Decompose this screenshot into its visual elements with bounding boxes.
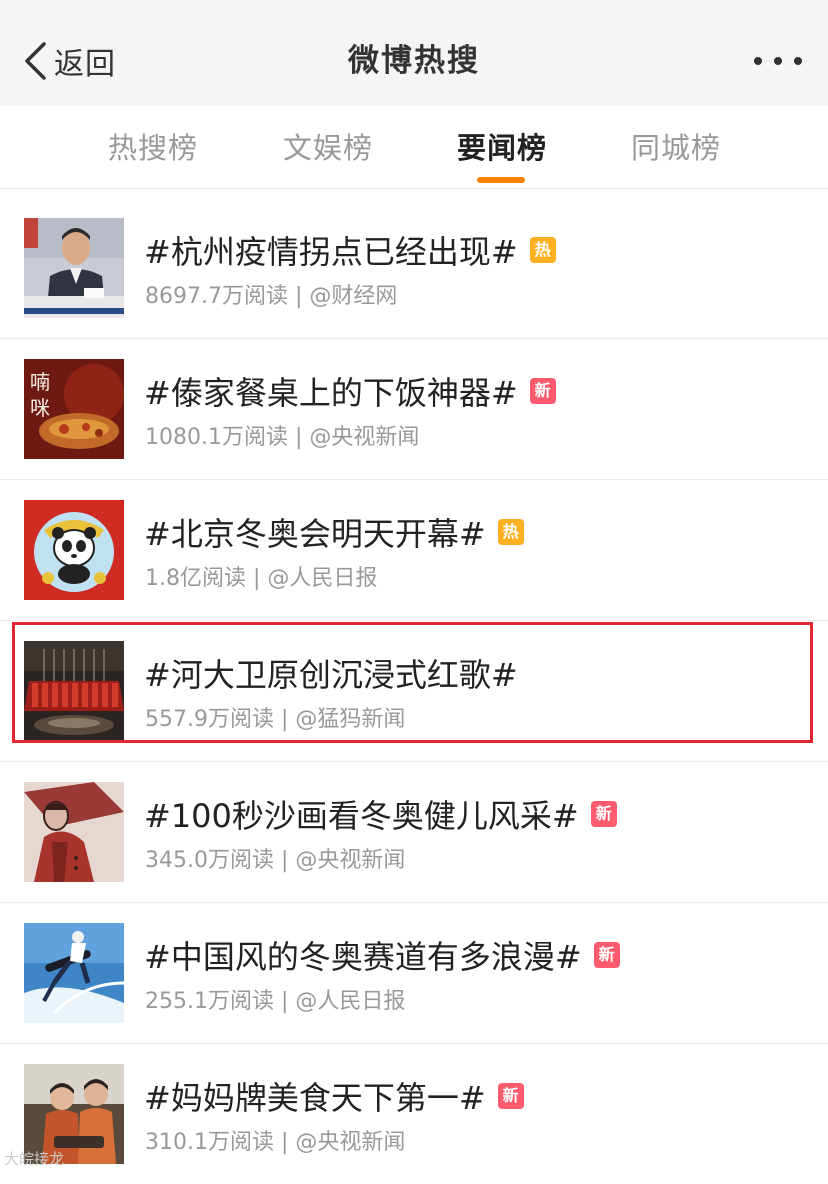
read-count: 1.8亿阅读 — [145, 566, 246, 591]
read-count: 255.1万阅读 — [145, 989, 274, 1014]
topic-list: #杭州疫情拐点已经出现# 热 8697.7万阅读 | @财经网 喃 咪 #傣家餐… — [0, 198, 828, 1184]
topic-meta: 255.1万阅读 | @人民日报 — [145, 989, 406, 1014]
topic-meta: 345.0万阅读 | @央视新闻 — [145, 848, 406, 873]
topic-title-row: #中国风的冬奥赛道有多浪漫# 新 — [144, 933, 620, 977]
new-badge: 新 — [590, 801, 617, 827]
new-badge: 新 — [529, 378, 556, 404]
tab-news[interactable]: 要闻榜 — [457, 128, 547, 168]
source-account[interactable]: @央视新闻 — [295, 1130, 405, 1155]
read-count: 1080.1万阅读 — [145, 425, 288, 450]
read-count: 345.0万阅读 — [145, 848, 274, 873]
choir-stage-photo — [24, 641, 124, 741]
more-icon[interactable] — [754, 48, 802, 74]
tab-entertainment[interactable]: 文娱榜 — [283, 128, 373, 168]
topic-title: #河大卫原创沉浸式红歌# — [144, 656, 518, 694]
list-item[interactable]: #中国风的冬奥赛道有多浪漫# 新 255.1万阅读 | @人民日报 — [0, 903, 828, 1044]
topic-title: #100秒沙画看冬奥健儿风采# — [144, 797, 579, 835]
source-account[interactable]: @猛犸新闻 — [295, 707, 405, 732]
topic-title-row: #妈妈牌美食天下第一# 新 — [144, 1074, 524, 1118]
topic-title: #妈妈牌美食天下第一# — [144, 1079, 486, 1117]
hot-badge: 热 — [529, 237, 556, 263]
list-item[interactable]: 喃 咪 #傣家餐桌上的下饭神器# 新 1080.1万阅读 | @央视新闻 — [0, 339, 828, 480]
source-account[interactable]: @人民日报 — [295, 989, 405, 1014]
tab-hot-search[interactable]: 热搜榜 — [108, 128, 198, 168]
topic-meta: 310.1万阅读 | @央视新闻 — [145, 1130, 406, 1155]
watermark: 大皖接龙 — [4, 1150, 65, 1168]
topic-title-row: #杭州疫情拐点已经出现# 热 — [144, 228, 556, 272]
nav-header: 返回 微博热搜 — [0, 0, 828, 106]
tab-local[interactable]: 同城榜 — [631, 128, 721, 168]
press-conference-photo — [24, 218, 124, 318]
read-count: 8697.7万阅读 — [145, 284, 288, 309]
snowboard-photo — [24, 923, 124, 1023]
topic-title: #杭州疫情拐点已经出现# — [144, 233, 518, 271]
panda-illustration — [24, 500, 124, 600]
new-badge: 新 — [593, 942, 620, 968]
topic-title: #中国风的冬奥赛道有多浪漫# — [144, 938, 582, 976]
read-count: 310.1万阅读 — [145, 1130, 274, 1155]
page-title: 微博热搜 — [348, 43, 480, 79]
topic-title-row: #河大卫原创沉浸式红歌# — [144, 651, 518, 695]
source-account[interactable]: @财经网 — [309, 284, 397, 309]
topic-meta: 1080.1万阅读 | @央视新闻 — [145, 425, 420, 450]
list-item[interactable]: #妈妈牌美食天下第一# 新 310.1万阅读 | @央视新闻 — [0, 1044, 828, 1184]
topic-meta: 8697.7万阅读 | @财经网 — [145, 284, 398, 309]
source-account[interactable]: @央视新闻 — [309, 425, 419, 450]
hot-badge: 热 — [497, 519, 524, 545]
topic-meta: 557.9万阅读 | @猛犸新闻 — [145, 707, 406, 732]
food-photo: 喃 咪 — [24, 359, 124, 459]
active-tab-indicator — [477, 177, 525, 183]
tab-bar: 热搜榜 文娱榜 要闻榜 同城榜 — [0, 106, 828, 189]
list-item[interactable]: #河大卫原创沉浸式红歌# 557.9万阅读 | @猛犸新闻 — [0, 621, 828, 762]
sand-painting-photo — [24, 782, 124, 882]
topic-title: #北京冬奥会明天开幕# — [144, 515, 486, 553]
new-badge: 新 — [497, 1083, 524, 1109]
source-account[interactable]: @央视新闻 — [295, 848, 405, 873]
topic-title-row: #100秒沙画看冬奥健儿风采# 新 — [144, 792, 617, 836]
thumb-caption-1: 喃 — [30, 370, 50, 394]
list-item[interactable]: #杭州疫情拐点已经出现# 热 8697.7万阅读 | @财经网 — [0, 198, 828, 339]
topic-title: #傣家餐桌上的下饭神器# — [144, 374, 518, 412]
list-item[interactable]: #100秒沙画看冬奥健儿风采# 新 345.0万阅读 | @央视新闻 — [0, 762, 828, 903]
list-item[interactable]: #北京冬奥会明天开幕# 热 1.8亿阅读 | @人民日报 — [0, 480, 828, 621]
topic-title-row: #北京冬奥会明天开幕# 热 — [144, 510, 524, 554]
source-account[interactable]: @人民日报 — [267, 566, 377, 591]
topic-title-row: #傣家餐桌上的下饭神器# 新 — [144, 369, 556, 413]
thumb-caption-2: 咪 — [30, 396, 50, 420]
topic-meta: 1.8亿阅读 | @人民日报 — [145, 566, 378, 591]
read-count: 557.9万阅读 — [145, 707, 274, 732]
